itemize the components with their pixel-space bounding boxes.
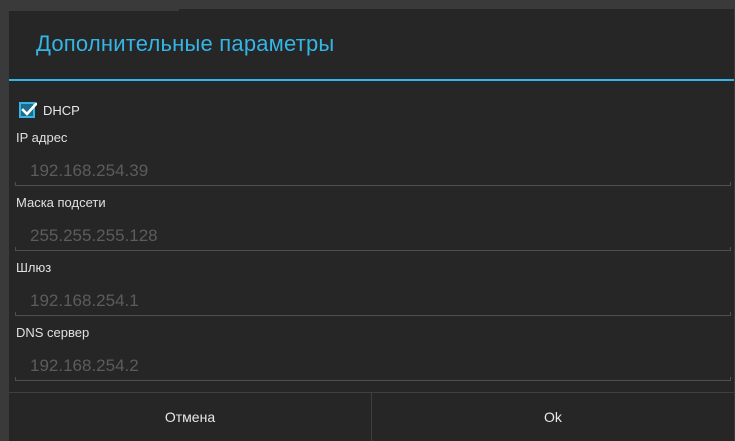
dialog-title: Дополнительные параметры: [36, 31, 335, 56]
gateway-underline: [15, 312, 731, 316]
dhcp-label: DHCP: [43, 102, 80, 118]
dns-server-label: DNS сервер: [16, 325, 90, 340]
subnet-mask-underline: [15, 247, 731, 251]
advanced-settings-dialog: Дополнительные параметры DHCP IP адрес 1…: [9, 9, 734, 441]
subnet-mask-label: Маска подсети: [16, 195, 106, 210]
gateway-label: Шлюз: [16, 260, 52, 275]
dns-server-underline: [15, 377, 731, 381]
cancel-button[interactable]: Отмена: [9, 393, 371, 441]
checkmark-icon: [21, 102, 37, 116]
subnet-mask-field[interactable]: 255.255.255.128: [30, 226, 158, 246]
dns-server-field[interactable]: 192.168.254.2: [30, 356, 139, 376]
top-edge-line: [9, 9, 179, 11]
ip-address-label: IP адрес: [16, 130, 68, 145]
ok-button[interactable]: Ok: [372, 393, 734, 441]
dhcp-checkbox[interactable]: [19, 102, 37, 118]
gateway-field[interactable]: 192.168.254.1: [30, 291, 139, 311]
dhcp-checkbox-row[interactable]: DHCP: [19, 99, 80, 121]
title-divider: [9, 79, 734, 81]
ip-address-underline: [15, 182, 731, 186]
ip-address-field[interactable]: 192.168.254.39: [30, 161, 148, 181]
